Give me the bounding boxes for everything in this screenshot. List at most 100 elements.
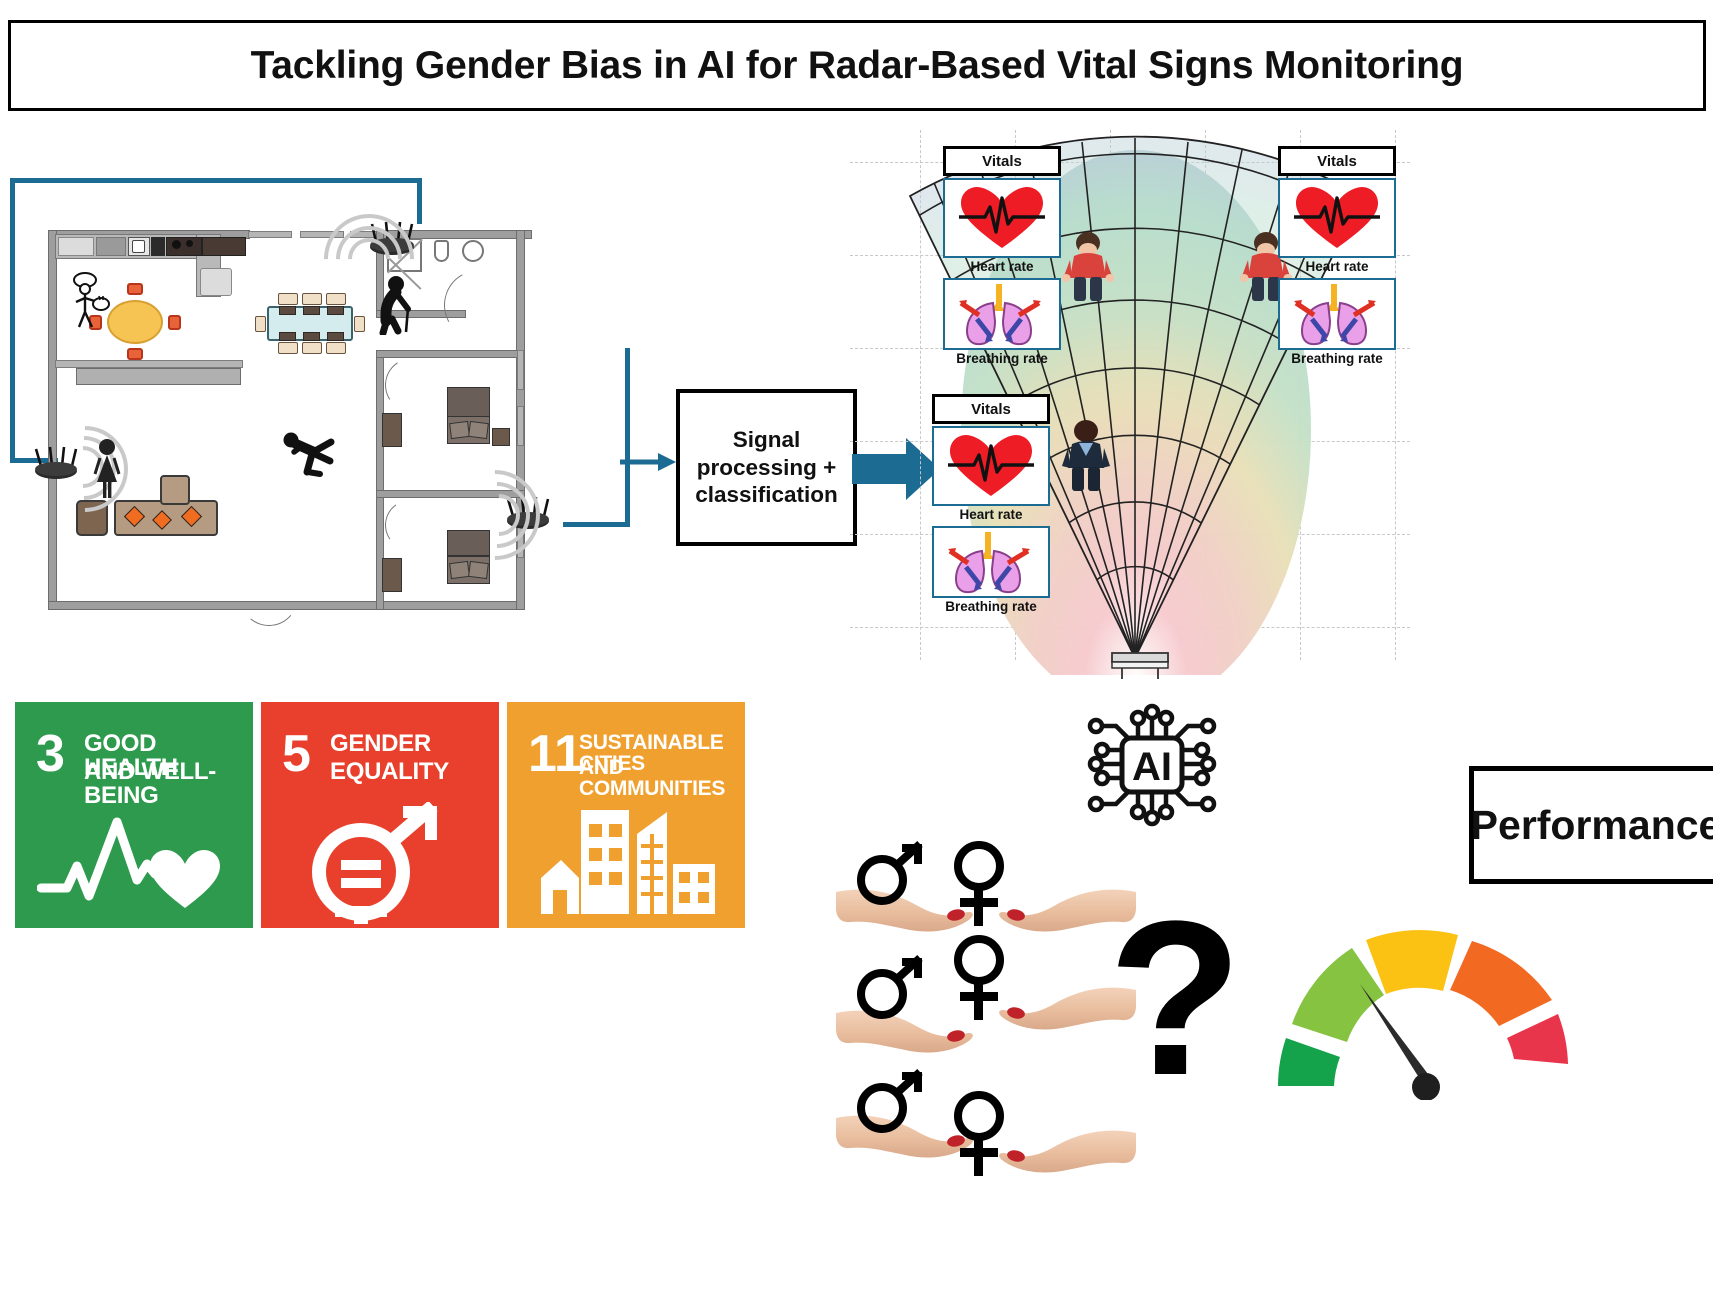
signal-line-2: processing +: [696, 454, 837, 480]
vitals-header-text: Vitals: [1317, 153, 1357, 170]
person-elderly-cane: [376, 275, 422, 337]
heart-rate-cell-right: [1278, 178, 1396, 258]
gauge-needle: [1360, 984, 1434, 1084]
vitals-header-right: Vitals: [1278, 146, 1396, 176]
vitals-panel-bottom: Vitals Heart rate Breathing rate: [932, 394, 1050, 620]
window-east-2: [517, 406, 524, 446]
bed2-pillow-r: [468, 560, 489, 580]
bed1-pillow-l: [449, 420, 470, 440]
heart-rate-icon: [948, 435, 1034, 496]
dining-chair-t1: [278, 293, 298, 305]
lungs-icon: [1294, 284, 1376, 346]
performance-gauge: [1278, 929, 1568, 1100]
dining-chair-b2: [302, 342, 322, 354]
breathing-rate-caption-right: Breathing rate: [1278, 351, 1396, 366]
signal-line-3: classification: [695, 482, 838, 508]
male-symbol-3: [857, 1069, 923, 1133]
round-chair-top: [127, 283, 143, 295]
vitals-header-bottom: Vitals: [932, 394, 1050, 424]
heart-rate-cell-bottom: [932, 426, 1050, 506]
round-chair-bottom: [127, 348, 143, 360]
ai-chip-label: AI: [1132, 745, 1172, 789]
performance-label: Performance: [1470, 801, 1713, 848]
appliance-sink-unit: [96, 237, 126, 256]
heart-rate-caption-left: Heart rate: [943, 259, 1061, 274]
lungs-icon: [948, 532, 1030, 594]
bathroom-sink: [462, 240, 484, 262]
vitals-header-text: Vitals: [982, 153, 1022, 170]
bed1-pillow-r: [468, 420, 489, 440]
vitals-header-text: Vitals: [971, 401, 1011, 418]
title-bar: Tackling Gender Bias in AI for Radar-Bas…: [8, 20, 1706, 111]
person-cooking: [68, 267, 114, 329]
bedroom2-door-arc: [381, 496, 439, 554]
dining-chair-t2: [302, 293, 322, 305]
heart-rate-caption-right: Heart rate: [1278, 259, 1396, 274]
fridge: [200, 268, 232, 296]
dining-chair-b3: [326, 342, 346, 354]
lungs-icon: [959, 284, 1041, 346]
dining-chair-right: [354, 316, 365, 332]
sdg-5-line1: GENDER: [330, 730, 431, 757]
round-table: [107, 300, 163, 344]
bed1-headboard: [447, 387, 490, 417]
vitals-header-left: Vitals: [943, 146, 1061, 176]
sink-bowl: [132, 240, 145, 253]
female-symbol-1: [954, 841, 1004, 926]
dining-seat-dark-bm: [303, 332, 320, 341]
bed1-nightstand: [492, 428, 510, 446]
bed2-pillow-l: [449, 560, 470, 580]
subject-1: [1062, 232, 1114, 301]
connector-top-stub: [417, 178, 422, 224]
sdg-badge-5[interactable]: 5 GENDER EQUALITY: [261, 702, 499, 928]
burner-1: [172, 240, 181, 249]
sdg-badge-3[interactable]: 3 GOOD HEALTH AND WELL-BEING: [15, 702, 253, 928]
gauge-segment-light-green: [1292, 948, 1384, 1042]
dining-chair-left: [255, 316, 266, 332]
subject-3: [1062, 420, 1110, 491]
vitals-panel-left: Vitals Heart rate Breathing rate: [943, 146, 1061, 372]
dining-seat-dark-br: [327, 332, 344, 341]
breathing-rate-cell-right: [1278, 278, 1396, 350]
signal-line-1: Signal: [732, 426, 801, 452]
heart-rate-caption-bottom: Heart rate: [932, 507, 1050, 522]
signal-processing-box[interactable]: Signal processing + classification: [676, 389, 857, 546]
window-east-1: [517, 350, 524, 390]
breathing-rate-cell-left: [943, 278, 1061, 350]
connector-top: [10, 178, 422, 183]
bedroom1-wardrobe: [382, 413, 402, 447]
question-mark: ?: [1108, 875, 1243, 1121]
female-symbol-3: [954, 1091, 1004, 1176]
gender-balance-hands: [836, 838, 1136, 1178]
round-chair-right: [168, 315, 181, 330]
gauge-hub: [1412, 1073, 1440, 1100]
breathing-rate-caption-bottom: Breathing rate: [932, 599, 1050, 614]
breathing-rate-caption-text: Breathing rate: [956, 351, 1048, 366]
breathing-rate-cell-bottom: [932, 526, 1050, 598]
floorplan-to-processing-arrow: [620, 453, 676, 471]
dining-chair-b1: [278, 342, 298, 354]
page-title: Tackling Gender Bias in AI for Radar-Bas…: [250, 43, 1464, 87]
gauge-segment-orange: [1450, 941, 1552, 1026]
gauge-segment-yellow: [1366, 929, 1458, 994]
heart-rate-caption-text: Heart rate: [970, 259, 1034, 274]
sdg-3-line2: AND WELL-BEING: [84, 758, 216, 810]
toilet: [434, 240, 449, 262]
window-north-1: [248, 231, 292, 238]
gauge-segments: [1278, 929, 1568, 1086]
radar-vital-signs-scene: Vitals Heart rate Breathing rate Vitals …: [850, 130, 1410, 690]
breathing-rate-caption-left: Breathing rate: [943, 351, 1061, 366]
connector-right: [625, 348, 630, 526]
heart-rate-icon: [1294, 187, 1380, 248]
gauge-segment-dark-green: [1278, 1038, 1340, 1086]
bedroom2-wardrobe: [382, 558, 402, 592]
sofa-back: [160, 475, 190, 505]
heart-rate-icon: [959, 187, 1045, 248]
dining-seat-dark-bl: [279, 332, 296, 341]
person-standing-woman: [90, 438, 124, 500]
person-falling: [282, 428, 338, 480]
sdg-11-line2: AND COMMUNITIES: [579, 756, 726, 801]
smart-home-floor-plan: [10, 170, 700, 640]
radar-antenna-sensor: [1111, 652, 1169, 679]
sdg-badge-11[interactable]: 11 SUSTAINABLE CITIES AND COMMUNITIES: [507, 702, 745, 928]
